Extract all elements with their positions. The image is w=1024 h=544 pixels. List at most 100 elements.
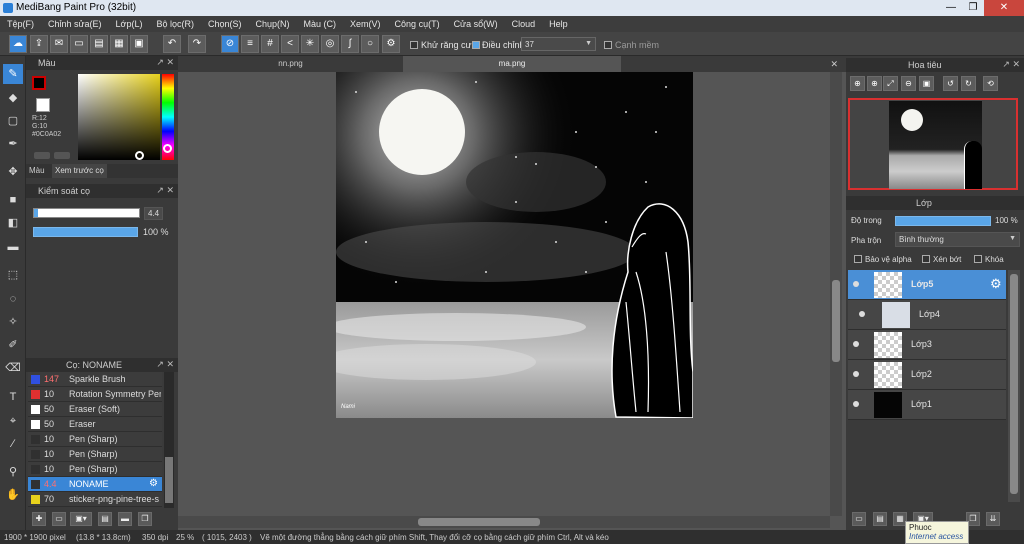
protect-alpha-checkbox[interactable] bbox=[854, 255, 862, 263]
menu-layer[interactable]: Lớp(L) bbox=[109, 19, 150, 29]
gear-icon[interactable]: ⚙ bbox=[149, 478, 158, 489]
brush-size-slider[interactable] bbox=[33, 208, 140, 218]
rotate-left-icon[interactable]: ↺ bbox=[943, 76, 958, 91]
gradient-tool-icon[interactable]: ▬ bbox=[3, 237, 23, 257]
panel-close-icon[interactable]: ↗ ✕ bbox=[1002, 59, 1020, 70]
gear-icon[interactable]: ⚙ bbox=[990, 276, 1002, 292]
layer-row[interactable]: Lớp1 bbox=[848, 390, 1006, 420]
menu-color[interactable]: Màu (C) bbox=[297, 19, 344, 29]
new-file-icon[interactable]: ▭ bbox=[70, 35, 88, 53]
eye-icon[interactable] bbox=[859, 311, 865, 317]
color-saturation-picker[interactable] bbox=[78, 74, 160, 160]
brush-size-value[interactable]: 4.4 bbox=[144, 207, 164, 220]
zoom-in-icon[interactable]: ⊕ bbox=[850, 76, 865, 91]
zoom-out-icon[interactable]: ⊖ bbox=[901, 76, 916, 91]
menu-select[interactable]: Chọn(S) bbox=[201, 19, 249, 29]
snap-off-icon[interactable]: ⊘ bbox=[221, 35, 239, 53]
redo-icon[interactable]: ↷ bbox=[188, 35, 206, 53]
tab-brush-preview[interactable]: Xem trước cọ bbox=[52, 164, 107, 178]
layer-row[interactable]: Lớp2 bbox=[848, 360, 1006, 390]
eye-icon[interactable] bbox=[853, 281, 859, 287]
close-button[interactable]: ✕ bbox=[984, 0, 1024, 16]
menu-cloud[interactable]: Cloud bbox=[505, 19, 543, 29]
eraser-tool-icon[interactable]: ◆ bbox=[3, 88, 23, 108]
menu-snap[interactable]: Chụp(N) bbox=[249, 19, 297, 29]
brush-opacity-slider[interactable] bbox=[33, 227, 138, 237]
hue-slider[interactable] bbox=[162, 74, 174, 160]
layer-scrollbar-thumb[interactable] bbox=[1010, 274, 1018, 494]
new-brush-icon[interactable]: ▭ bbox=[52, 512, 66, 526]
settings-icon[interactable]: ⚙ bbox=[382, 35, 400, 53]
brush-list-scrollbar[interactable] bbox=[164, 372, 174, 508]
navigator-preview[interactable] bbox=[848, 98, 1018, 190]
minimize-button[interactable]: — bbox=[940, 0, 962, 16]
eye-icon[interactable] bbox=[853, 401, 859, 407]
brush-list-item[interactable]: 50 Eraser bbox=[28, 417, 162, 432]
brush-list-item[interactable]: 10 Pen (Sharp) bbox=[28, 447, 162, 462]
layer-opacity-slider[interactable] bbox=[895, 216, 991, 226]
canvas-vscroll-thumb[interactable] bbox=[832, 280, 840, 362]
brush-list-item[interactable]: 10 Pen (Sharp) bbox=[28, 432, 162, 447]
color-history-icon[interactable] bbox=[54, 152, 70, 159]
brush-menu-icon[interactable]: ▣▾ bbox=[70, 512, 92, 526]
panel-close-icon[interactable]: ↗ ✕ bbox=[156, 57, 174, 68]
secondary-color-swatch[interactable] bbox=[36, 98, 50, 112]
correction-checkbox[interactable] bbox=[472, 41, 480, 49]
soft-edge-checkbox[interactable] bbox=[604, 41, 612, 49]
clipping-checkbox[interactable] bbox=[922, 255, 930, 263]
menu-tools[interactable]: Công cụ(T) bbox=[388, 19, 447, 29]
actual-size-icon[interactable]: ▣ bbox=[919, 76, 934, 91]
brush-list-item[interactable]: 10 Pen (Sharp) bbox=[28, 462, 162, 477]
rotate-right-icon[interactable]: ↻ bbox=[961, 76, 976, 91]
tab-color[interactable]: Màu bbox=[29, 166, 45, 175]
share-icon[interactable]: ⇪ bbox=[30, 35, 48, 53]
eye-icon[interactable] bbox=[853, 371, 859, 377]
eye-icon[interactable] bbox=[853, 341, 859, 347]
blur-tool-icon[interactable]: ∕ bbox=[3, 434, 23, 454]
dot-tool-icon[interactable]: ▢ bbox=[3, 111, 23, 131]
curve-snap-icon[interactable]: ∫ bbox=[341, 35, 359, 53]
add-brush-icon[interactable]: ✚ bbox=[32, 512, 46, 526]
lock-checkbox[interactable] bbox=[974, 255, 982, 263]
canvas-hscroll[interactable] bbox=[178, 516, 830, 528]
folder-icon[interactable]: ▬ bbox=[118, 512, 132, 526]
layer-row[interactable]: Lớp4 bbox=[848, 300, 1006, 330]
panel-close-icon[interactable]: ↗ ✕ bbox=[156, 185, 174, 196]
undo-icon[interactable]: ↶ bbox=[163, 35, 181, 53]
brush-settings-icon[interactable]: ▤ bbox=[98, 512, 112, 526]
perspective-snap-icon[interactable]: < bbox=[281, 35, 299, 53]
brush-list-item[interactable]: 50 Eraser (Soft) bbox=[28, 402, 162, 417]
concentric-snap-icon[interactable]: ◎ bbox=[321, 35, 339, 53]
maximize-button[interactable]: ❐ bbox=[962, 0, 984, 16]
brush-tool-icon[interactable]: ✎ bbox=[3, 64, 23, 84]
primary-color-swatch[interactable] bbox=[32, 76, 46, 90]
add-layer-icon[interactable]: ▭ bbox=[852, 512, 866, 526]
move-tool-icon[interactable]: ✥ bbox=[3, 162, 23, 182]
menu-help[interactable]: Help bbox=[542, 19, 575, 29]
menu-filter[interactable]: Bộ lọc(R) bbox=[149, 19, 201, 29]
hand-tool-icon[interactable]: ✋ bbox=[3, 485, 23, 505]
layer-list-scrollbar[interactable] bbox=[1008, 270, 1020, 502]
select-rect-icon[interactable]: ⬚ bbox=[3, 265, 23, 285]
menu-file[interactable]: Tệp(F) bbox=[0, 19, 41, 29]
antialias-checkbox[interactable] bbox=[410, 41, 418, 49]
brush-list-item[interactable]: 4.4 NONAME ⚙ bbox=[28, 477, 162, 492]
magic-wand-icon[interactable]: ✧ bbox=[3, 312, 23, 332]
bucket-tool-icon[interactable]: ◧ bbox=[3, 213, 23, 233]
select-pen-icon[interactable]: ✐ bbox=[3, 335, 23, 355]
reset-rotation-icon[interactable]: ⟲ bbox=[983, 76, 998, 91]
zoom-in-alt-icon[interactable]: ⊕ bbox=[867, 76, 882, 91]
operation-tool-icon[interactable]: ⌖ bbox=[3, 411, 23, 431]
panel-close-icon[interactable]: ↗ ✕ bbox=[156, 359, 174, 370]
export-icon[interactable]: ▣ bbox=[130, 35, 148, 53]
menu-view[interactable]: Xem(V) bbox=[343, 19, 388, 29]
save-icon[interactable]: ▤ bbox=[90, 35, 108, 53]
radial-snap-icon[interactable]: ✳ bbox=[301, 35, 319, 53]
select-eraser-icon[interactable]: ⌫ bbox=[3, 358, 23, 378]
canvas-vscroll[interactable] bbox=[830, 72, 842, 516]
circle-snap-icon[interactable]: ○ bbox=[361, 35, 379, 53]
fill-shape-icon[interactable]: ■ bbox=[3, 190, 23, 210]
material-icon[interactable]: ▦ bbox=[110, 35, 128, 53]
lasso-icon[interactable]: ◌ bbox=[3, 289, 23, 309]
layer-row[interactable]: Lớp3 bbox=[848, 330, 1006, 360]
